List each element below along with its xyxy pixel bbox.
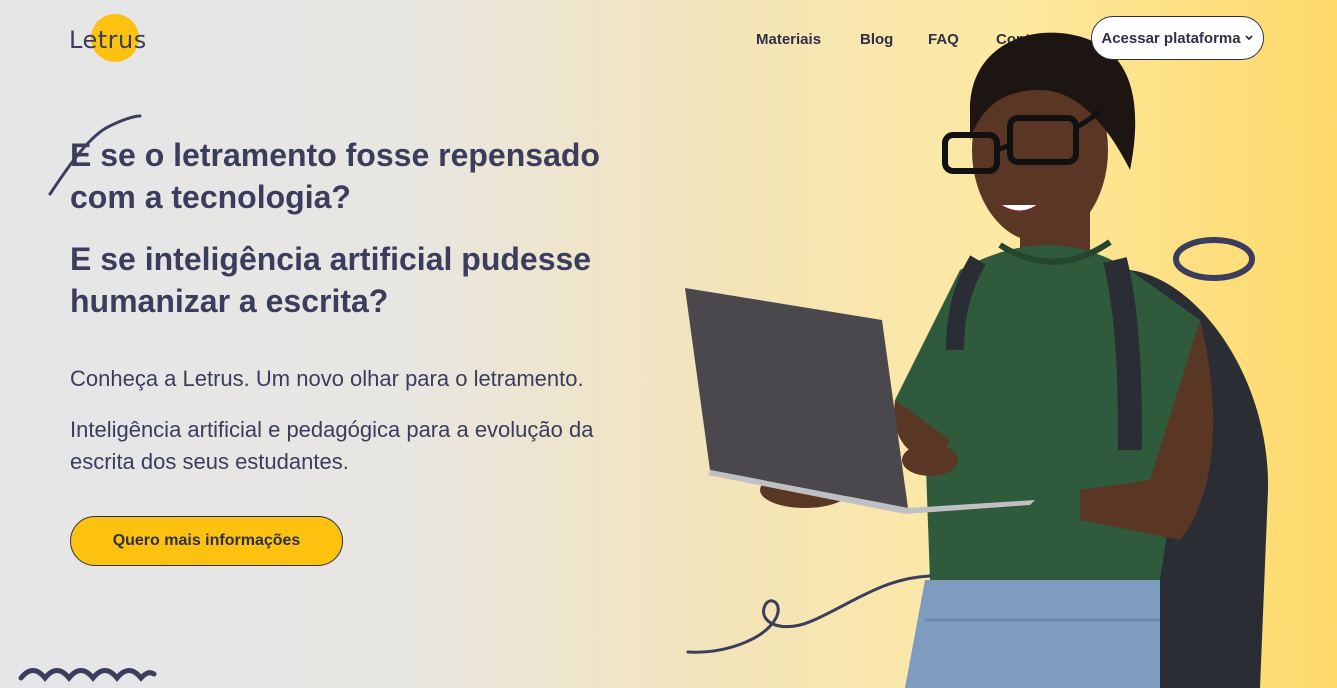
decorative-wave-icon [18,668,157,682]
chevron-down-icon [1244,35,1253,41]
more-info-label: Quero mais informações [112,532,301,549]
hero-headline-1: E se o letramento fosse repensado com a … [70,137,600,215]
logo-text: Letrus [69,26,147,54]
hero-paragraph-2: Inteligência artificial e pedagógica par… [70,417,594,474]
decorative-loop-icon [686,574,932,654]
letrus-logo[interactable]: Letrus [69,14,169,64]
access-platform-button[interactable]: Acessar plataforma [1091,16,1264,60]
more-info-button[interactable]: Quero mais informações [70,516,343,566]
access-platform-label: Acessar plataforma [1101,29,1241,47]
hero-paragraph-1: Conheça a Letrus. Um novo olhar para o l… [70,366,584,391]
hero-headline-2: E se inteligência artificial pudesse hum… [70,241,592,319]
decorative-ring-icon [1173,237,1255,281]
